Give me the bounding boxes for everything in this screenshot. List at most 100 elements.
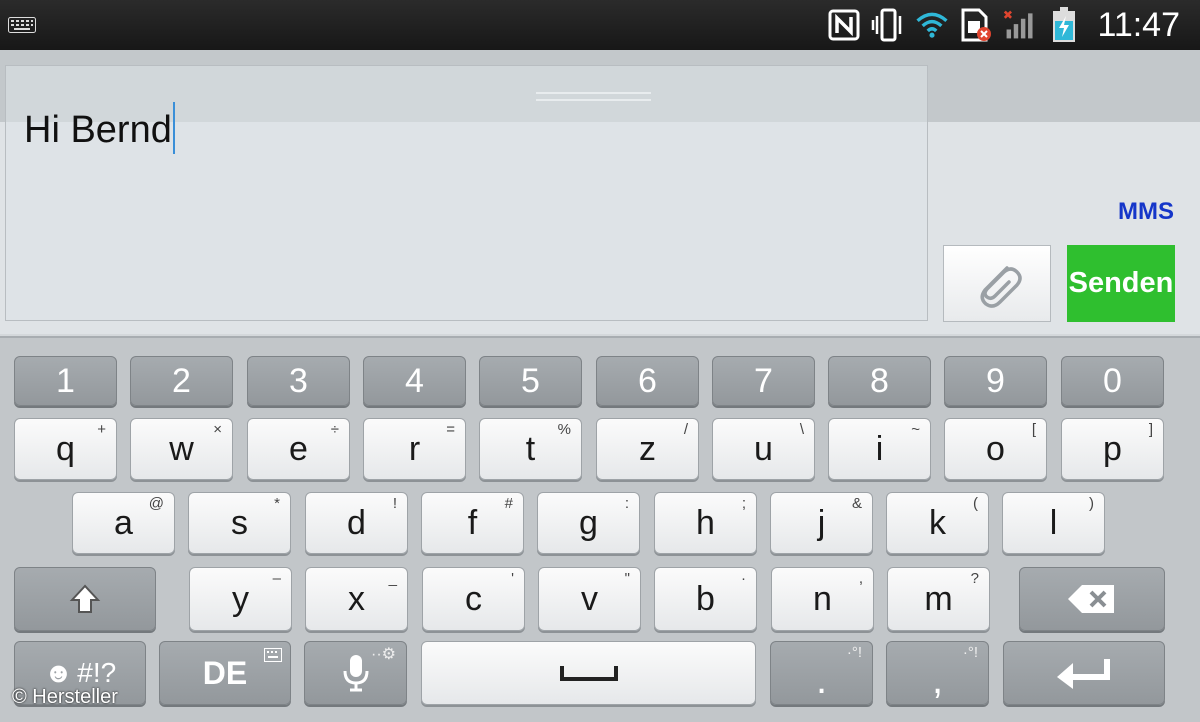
key-label: f [467, 503, 478, 542]
key-secondary-label: \ [799, 421, 804, 438]
key-p[interactable]: p] [1061, 418, 1164, 480]
key-q[interactable]: q + [14, 418, 117, 480]
status-bar: 11:47 [0, 0, 1200, 50]
wifi-icon [915, 8, 949, 42]
key-label: o [986, 429, 1005, 468]
key-s[interactable]: s * [188, 492, 291, 554]
key-label: q [56, 429, 75, 468]
key-3[interactable]: 3 [247, 356, 350, 406]
key-y[interactable]: y – [189, 567, 292, 631]
key-secondary-label: , [858, 570, 863, 587]
keyboard: 1 2 3 4 5 6 7 8 9 0 q + w × e ÷ r = t% z / u \ i ~ o[p] a @ s * d! f # g:… [0, 336, 1200, 722]
key-8[interactable]: 8 [828, 356, 931, 406]
key-label: b [696, 579, 715, 618]
key-e[interactable]: e ÷ [247, 418, 350, 480]
mms-indicator: MMS [1118, 198, 1174, 225]
key-a[interactable]: a @ [72, 492, 175, 554]
period-key[interactable]: . ·°! [770, 641, 873, 705]
key-label: v [581, 579, 598, 618]
key-secondary-label: · [741, 570, 746, 587]
key-label: w [169, 429, 194, 468]
key-label: m [924, 579, 953, 618]
language-key-label: DE [202, 654, 248, 691]
key-d[interactable]: d! [305, 492, 408, 554]
clock-time: 11:47 [1097, 5, 1180, 44]
backspace-key[interactable] [1019, 567, 1165, 631]
key-z[interactable]: z / [596, 418, 699, 480]
key-j[interactable]: j & [770, 492, 873, 554]
key-secondary-label: / [683, 421, 688, 438]
key-4[interactable]: 4 [363, 356, 466, 406]
key-t[interactable]: t% [479, 418, 582, 480]
key-0[interactable]: 0 [1061, 356, 1164, 406]
comma-key[interactable]: , ·°! [886, 641, 989, 705]
key-6[interactable]: 6 [596, 356, 699, 406]
message-input[interactable]: Hi Bernd [5, 65, 928, 321]
key-x[interactable]: x _ [305, 567, 408, 631]
key-r[interactable]: r = [363, 418, 466, 480]
nfc-icon [827, 8, 861, 42]
period-key-secondary: ·°! [846, 644, 862, 661]
key-label: t [525, 429, 536, 468]
key-secondary-label: + [97, 421, 106, 438]
key-h[interactable]: h; [654, 492, 757, 554]
backspace-icon [1068, 585, 1114, 613]
key-1[interactable]: 1 [14, 356, 117, 406]
key-u[interactable]: u \ [712, 418, 815, 480]
key-label: k [929, 503, 946, 542]
key-label: 0 [1103, 361, 1122, 400]
key-o[interactable]: o[ [944, 418, 1047, 480]
key-7[interactable]: 7 [712, 356, 815, 406]
key-c[interactable]: c ' [422, 567, 525, 631]
key-label: y [232, 579, 249, 618]
key-label: r [408, 429, 421, 468]
space-key[interactable] [421, 641, 756, 705]
key-v[interactable]: v " [538, 567, 641, 631]
key-label: x [348, 579, 365, 618]
key-label: 1 [56, 361, 75, 400]
key-secondary-label: & [851, 495, 862, 512]
send-button[interactable]: Senden [1067, 245, 1175, 322]
message-text-value: Hi Bernd [24, 109, 172, 151]
key-l[interactable]: l) [1002, 492, 1105, 554]
key-k[interactable]: k( [886, 492, 989, 554]
key-label: p [1103, 429, 1122, 468]
key-secondary-label: ~ [911, 421, 920, 438]
key-secondary-label: = [446, 421, 455, 438]
drag-handle[interactable] [536, 92, 651, 110]
key-secondary-label: [ [1031, 421, 1036, 438]
key-2[interactable]: 2 [130, 356, 233, 406]
key-label: 8 [870, 361, 889, 400]
key-i[interactable]: i ~ [828, 418, 931, 480]
vibrate-icon [871, 8, 905, 42]
shift-key[interactable] [14, 567, 156, 631]
attach-button[interactable] [943, 245, 1051, 322]
smiley-icon: ☻ [43, 657, 74, 688]
gear-icon: ··⚙ [371, 646, 396, 663]
key-secondary-label: ! [392, 495, 397, 512]
key-secondary-label: × [213, 421, 222, 438]
key-n[interactable]: n, [771, 567, 874, 631]
key-secondary-label: ' [511, 570, 514, 587]
key-secondary-label: – [272, 570, 281, 587]
key-g[interactable]: g: [537, 492, 640, 554]
voice-input-key[interactable]: ··⚙ [304, 641, 407, 705]
key-m[interactable]: m? [887, 567, 990, 631]
key-f[interactable]: f # [421, 492, 524, 554]
key-9[interactable]: 9 [944, 356, 1047, 406]
language-key[interactable]: DE [159, 641, 291, 705]
period-key-label: . [815, 657, 828, 702]
key-w[interactable]: w × [130, 418, 233, 480]
battery-charging-icon [1047, 7, 1081, 42]
key-label: s [231, 503, 248, 542]
keyboard-icon [8, 17, 36, 33]
key-b[interactable]: b · [654, 567, 757, 631]
key-5[interactable]: 5 [479, 356, 582, 406]
key-secondary-label: ( [973, 495, 978, 512]
enter-key[interactable] [1003, 641, 1165, 705]
key-label: u [754, 429, 773, 468]
signal-icon [1003, 8, 1037, 42]
paperclip-icon [980, 265, 1022, 308]
compose-area: Hi Bernd MMS Senden [0, 50, 1200, 334]
key-label: a [114, 503, 133, 542]
